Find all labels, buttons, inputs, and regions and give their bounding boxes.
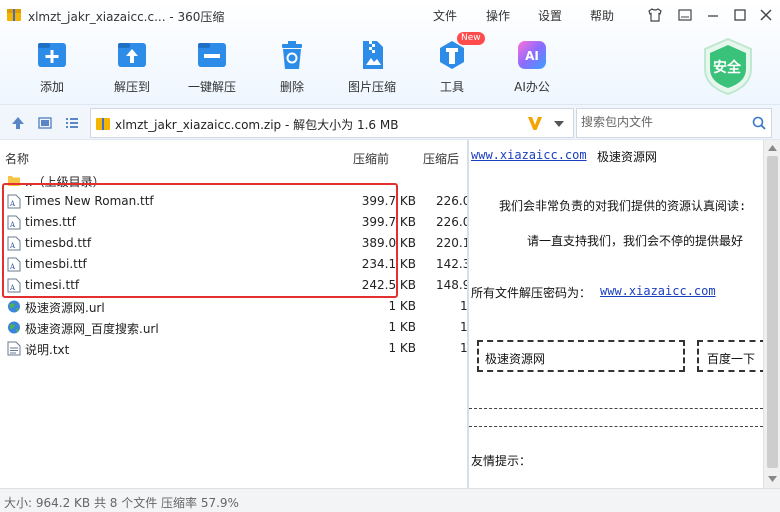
- maximize-icon[interactable]: [731, 6, 749, 24]
- scroll-up-icon[interactable]: [768, 145, 777, 151]
- v-logo-icon[interactable]: [527, 115, 543, 131]
- preview-scrollbar[interactable]: [763, 140, 780, 488]
- preview-box-2: 百度一下: [697, 340, 763, 372]
- ai-office-button[interactable]: AI AI办公: [495, 38, 569, 98]
- zip-file-icon: [96, 118, 110, 130]
- address-path: xlmzt_jakr_xiazaicc.com.zip - 解包大小为 1.6 …: [115, 118, 399, 132]
- image-compress-button[interactable]: 图片压缩: [335, 38, 409, 98]
- column-header-size-after[interactable]: 压缩后: [423, 150, 459, 167]
- address-row: xlmzt_jakr_xiazaicc.com.zip - 解包大小为 1.6 …: [0, 104, 780, 140]
- menu-file[interactable]: 文件: [433, 7, 457, 24]
- file-size: 1 KB: [388, 320, 416, 334]
- highlight-selection-box: [2, 183, 398, 298]
- ai-icon-text: AI: [525, 49, 539, 63]
- message-icon[interactable]: [676, 6, 694, 24]
- safety-label: 安全: [713, 60, 741, 76]
- delete-label: 删除: [279, 80, 304, 94]
- add-label: 添加: [39, 80, 64, 94]
- menu-help[interactable]: 帮助: [590, 7, 614, 24]
- menu-settings[interactable]: 设置: [538, 7, 562, 24]
- dropdown-arrow-icon[interactable]: [553, 120, 565, 128]
- file-size: 1 KB: [388, 341, 416, 355]
- header: xlmzt_jakr_xiazaicc.c... - 360压缩 文件 操作 设…: [0, 0, 780, 104]
- preview-box-1: 极速资源网: [477, 340, 685, 372]
- scrollbar-thumb[interactable]: [767, 156, 778, 468]
- table-row[interactable]: 极速资源网_百度搜索.url 1 KB 1: [0, 317, 468, 338]
- text-file-icon: [7, 341, 21, 356]
- trash-icon: [282, 41, 302, 69]
- window-title: xlmzt_jakr_xiazaicc.c... - 360压缩: [28, 10, 225, 24]
- preview-divider-2: [469, 426, 763, 427]
- column-header-size-before[interactable]: 压缩前: [353, 150, 389, 167]
- file-compressed-size: 226.0: [436, 194, 471, 208]
- file-compressed-size: 226.0: [436, 215, 471, 229]
- app-zip-icon: [7, 9, 21, 21]
- add-icon: [38, 43, 66, 67]
- file-compressed-size: 142.3: [436, 257, 471, 271]
- one-click-extract-button[interactable]: 一键解压: [175, 38, 249, 98]
- preview-pane: www.xiazaicc.com 极速资源网 我们会非常负责的对我们提供的资源认…: [469, 140, 763, 488]
- menu-operation[interactable]: 操作: [486, 7, 510, 24]
- extract-folder-icon: [118, 43, 146, 67]
- table-row[interactable]: 极速资源网.url 1 KB 1: [0, 296, 468, 317]
- file-compressed-size: 220.1: [436, 236, 471, 250]
- file-name: 极速资源网.url: [25, 301, 105, 315]
- preview-divider-1: [469, 408, 763, 409]
- file-compressed-size: 148.9: [436, 278, 471, 292]
- up-arrow-icon[interactable]: [10, 115, 26, 131]
- table-row[interactable]: 说明.txt 1 KB 1: [0, 338, 468, 359]
- safety-shield-icon[interactable]: 安全: [700, 36, 756, 96]
- search-input[interactable]: [581, 115, 741, 129]
- status-text: 大小: 964.2 KB 共 8 个文件 压缩率 57.9%: [4, 496, 239, 510]
- preview-site-link[interactable]: www.xiazaicc.com: [471, 148, 587, 162]
- minimize-icon[interactable]: [704, 6, 722, 24]
- one-click-extract-icon: [198, 43, 226, 67]
- tools-button[interactable]: New 工具: [415, 32, 489, 98]
- preview-box-1-text: 极速资源网: [485, 352, 546, 366]
- url-globe-icon: [8, 300, 20, 313]
- preview-tip: 友情提示：: [471, 454, 532, 468]
- view-thumbnail-icon[interactable]: [37, 115, 53, 131]
- title-bar: xlmzt_jakr_xiazaicc.c... - 360压缩 文件 操作 设…: [0, 0, 780, 30]
- address-bar[interactable]: xlmzt_jakr_xiazaicc.com.zip - 解包大小为 1.6 …: [90, 108, 574, 138]
- status-bar: 大小: 964.2 KB 共 8 个文件 压缩率 57.9%: [0, 488, 780, 512]
- preview-site-name: 极速资源网: [597, 150, 658, 164]
- search-box[interactable]: [576, 108, 772, 138]
- ai-icon: AI: [518, 41, 546, 69]
- preview-password-label: 所有文件解压密码为：: [471, 286, 592, 300]
- file-name: 说明.txt: [25, 343, 70, 357]
- one-click-extract-label: 一键解压: [187, 80, 236, 94]
- add-button[interactable]: 添加: [15, 38, 89, 98]
- url-globe-icon: [8, 321, 20, 334]
- preview-password-link[interactable]: www.xiazaicc.com: [600, 284, 716, 298]
- preview-box-2-text: 百度一下: [707, 352, 756, 366]
- view-list-icon[interactable]: [64, 115, 80, 131]
- close-icon[interactable]: [757, 6, 775, 24]
- delete-button[interactable]: 删除: [255, 38, 329, 98]
- column-header-name[interactable]: 名称: [5, 150, 29, 167]
- new-badge: New: [457, 32, 485, 45]
- extract-to-label: 解压到: [113, 80, 150, 94]
- ai-office-label: AI办公: [514, 80, 550, 94]
- skin-shirt-icon[interactable]: [646, 6, 664, 24]
- tools-label: 工具: [439, 80, 464, 94]
- extract-to-button[interactable]: 解压到: [95, 38, 169, 98]
- image-compress-icon: [363, 41, 383, 69]
- search-icon[interactable]: [751, 115, 767, 131]
- preview-line-1: 我们会非常负责的对我们提供的资源认真阅读:: [499, 199, 747, 213]
- file-name: 极速资源网_百度搜索.url: [25, 322, 159, 336]
- scroll-down-icon[interactable]: [768, 476, 777, 482]
- image-compress-label: 图片压缩: [347, 80, 396, 94]
- file-size: 1 KB: [388, 299, 416, 313]
- preview-line-2: 请一直支持我们，我们会不停的提供最好: [527, 234, 744, 248]
